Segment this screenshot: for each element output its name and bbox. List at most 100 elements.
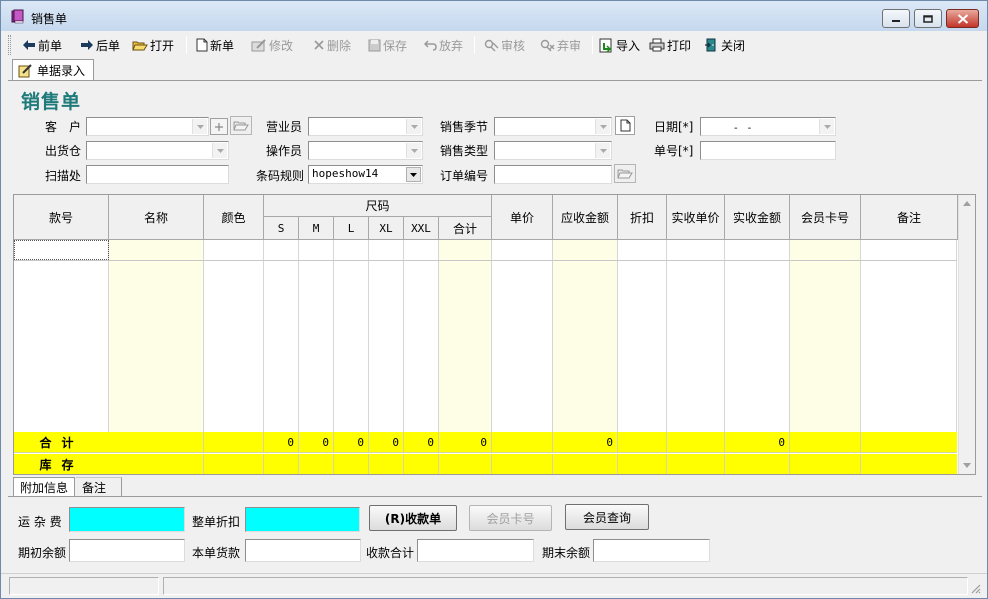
printer-icon <box>649 38 665 52</box>
stock-cell <box>334 454 369 474</box>
totals-cell <box>204 432 264 452</box>
close-window-button[interactable] <box>946 9 979 28</box>
delete-icon <box>314 40 324 50</box>
header-actual-amount[interactable]: 实收金额 <box>725 195 790 240</box>
header-actual-price[interactable]: 实收单价 <box>667 195 725 240</box>
header-size-xl[interactable]: XL <box>369 217 404 240</box>
doc-no-input[interactable] <box>700 141 836 160</box>
order-no-input[interactable] <box>494 165 612 184</box>
undo-icon <box>424 40 437 51</box>
minimize-button[interactable] <box>882 9 910 28</box>
tab-divider <box>8 80 982 81</box>
grid-col-member-card <box>790 240 861 432</box>
active-cell[interactable] <box>14 240 109 260</box>
detail-grid[interactable]: 款号 名称 颜色 尺码 S M L XL XXL 合计 单价 应收金额 折扣 实… <box>13 194 976 475</box>
resize-grip-icon[interactable] <box>969 582 981 594</box>
chevron-down-icon[interactable] <box>406 143 421 158</box>
edit-button[interactable]: 修改 <box>251 35 293 55</box>
header-style-no[interactable]: 款号 <box>14 195 109 240</box>
opening-balance-input[interactable] <box>69 539 185 562</box>
prev-order-button[interactable]: 前单 <box>22 35 62 55</box>
stock-cell <box>439 454 492 474</box>
header-size-l[interactable]: L <box>334 217 369 240</box>
book-icon <box>11 9 24 24</box>
stock-row: 库存 <box>14 454 957 474</box>
discard-button[interactable]: 放弃 <box>424 35 463 55</box>
maximize-button[interactable] <box>914 9 942 28</box>
chevron-down-icon[interactable] <box>212 143 227 158</box>
chevron-down-icon[interactable] <box>406 167 421 182</box>
new-document-icon <box>620 119 630 132</box>
chevron-down-icon[interactable] <box>406 119 421 134</box>
barcode-rule-select[interactable]: hopeshow14 <box>308 165 423 184</box>
audit-icon <box>484 39 499 51</box>
header-size-xxl[interactable]: XXL <box>404 217 439 240</box>
chevron-down-icon[interactable] <box>595 143 610 158</box>
order-no-label: 订单编号 <box>440 169 489 183</box>
chevron-down-icon[interactable] <box>595 119 610 134</box>
totals-cell <box>790 432 861 452</box>
header-remark[interactable]: 备注 <box>861 195 958 240</box>
order-browse-button[interactable] <box>614 164 636 183</box>
customer-browse-button[interactable] <box>230 116 252 135</box>
new-season-button[interactable] <box>615 116 635 135</box>
next-order-button[interactable]: 后单 <box>80 35 120 55</box>
receipt-button[interactable]: (R)收款单 <box>369 505 457 531</box>
header-size-total[interactable]: 合计 <box>439 217 492 240</box>
season-select[interactable] <box>494 117 612 136</box>
member-card-button[interactable]: 会员卡号 <box>469 505 552 531</box>
add-customer-button[interactable] <box>210 118 228 135</box>
totals-row: 合计 0 0 0 0 0 0 0 0 <box>14 432 957 453</box>
tab-extra-info[interactable]: 附加信息 <box>13 477 75 497</box>
close-form-button[interactable]: 关闭 <box>704 35 745 55</box>
audit-button[interactable]: 审核 <box>484 35 525 55</box>
scroll-down-icon[interactable] <box>963 463 971 468</box>
sales-type-select[interactable] <box>494 141 612 160</box>
salesperson-select[interactable] <box>308 117 423 136</box>
print-button[interactable]: 打印 <box>649 35 691 55</box>
unaudit-icon <box>540 39 555 51</box>
chevron-down-icon[interactable] <box>819 119 834 134</box>
tab-doc-entry[interactable]: 单据录入 <box>12 59 94 81</box>
open-button[interactable]: 打开 <box>132 35 174 55</box>
date-picker[interactable]: - - <box>700 117 836 136</box>
freight-input[interactable] <box>69 507 185 532</box>
save-button[interactable]: 保存 <box>368 35 407 55</box>
header-size-s[interactable]: S <box>264 217 299 240</box>
grid-vertical-scrollbar[interactable] <box>958 195 975 474</box>
header-receivable[interactable]: 应收金额 <box>553 195 618 240</box>
stock-cell <box>404 454 439 474</box>
maximize-icon <box>923 14 933 23</box>
chevron-down-icon[interactable] <box>192 119 207 134</box>
member-query-button[interactable]: 会员查询 <box>565 504 649 530</box>
stock-cell <box>667 454 725 474</box>
totals-cell <box>109 432 204 452</box>
header-size-m[interactable]: M <box>299 217 334 240</box>
new-order-button[interactable]: 新单 <box>196 35 234 55</box>
header-color[interactable]: 颜色 <box>204 195 264 240</box>
header-discount[interactable]: 折扣 <box>618 195 667 240</box>
scroll-up-icon[interactable] <box>963 201 971 206</box>
delete-button[interactable]: 删除 <box>313 35 351 55</box>
operator-select[interactable] <box>308 141 423 160</box>
customer-input[interactable] <box>86 117 209 136</box>
import-button[interactable]: 导入 <box>599 35 640 55</box>
header-member-card[interactable]: 会员卡号 <box>790 195 861 240</box>
total-receivable: 0 <box>553 432 618 452</box>
scan-input[interactable] <box>86 165 229 184</box>
header-name[interactable]: 名称 <box>109 195 204 240</box>
closing-balance-input[interactable] <box>593 539 710 562</box>
totals-cell <box>492 432 553 452</box>
tab-remark[interactable]: 备注 <box>76 477 122 497</box>
whole-discount-input[interactable] <box>245 507 360 532</box>
warehouse-select[interactable] <box>86 141 229 160</box>
received-total-input[interactable] <box>417 539 534 562</box>
this-order-input[interactable] <box>245 539 361 562</box>
total-size-s: 0 <box>264 432 299 452</box>
toolbar-grip[interactable] <box>8 35 11 55</box>
status-panel <box>9 577 159 595</box>
doc-edit-icon <box>18 63 32 77</box>
header-unit-price[interactable]: 单价 <box>492 195 553 240</box>
unaudit-button[interactable]: 弃审 <box>540 35 581 55</box>
grid-col-color <box>204 240 264 432</box>
